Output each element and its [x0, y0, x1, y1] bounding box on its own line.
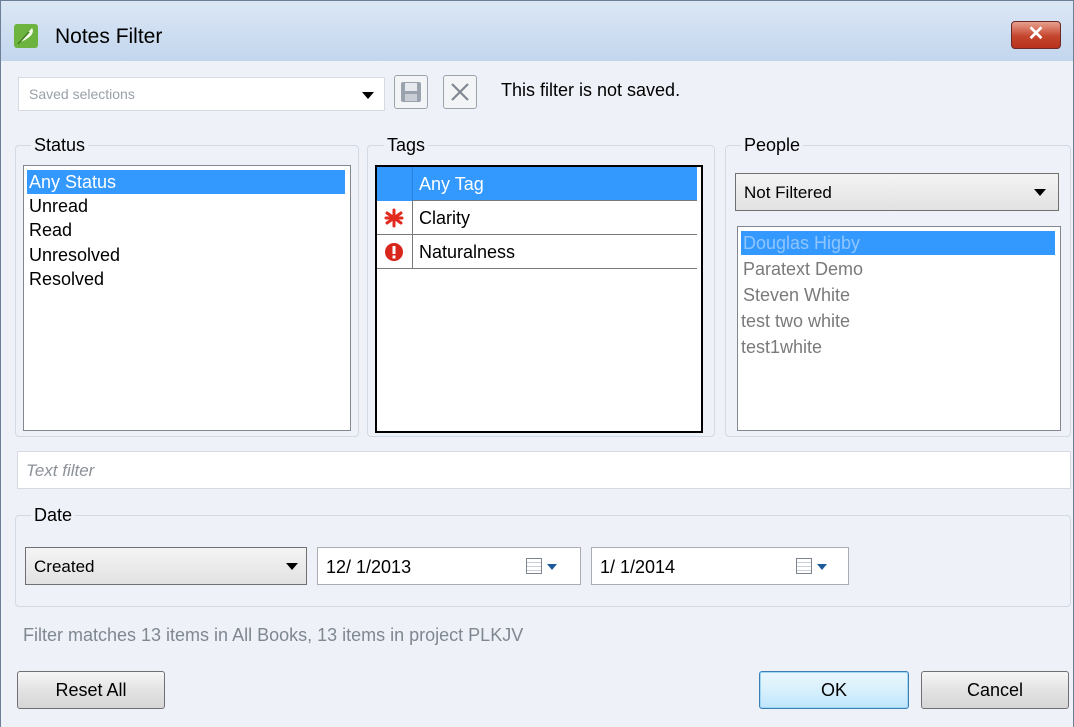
date-type-combo[interactable]: Created	[25, 547, 307, 585]
tag-icon-cell	[377, 167, 413, 201]
chevron-down-icon	[286, 563, 298, 570]
red-asterisk-icon	[384, 208, 404, 228]
close-button[interactable]: ✕	[1011, 21, 1061, 49]
people-filter-combo[interactable]: Not Filtered	[735, 173, 1059, 211]
tags-group-label: Tags	[384, 135, 429, 156]
tag-icon-cell	[377, 201, 413, 235]
date-to-value: 1/ 1/2014	[600, 557, 676, 577]
status-item-read[interactable]: Read	[27, 218, 72, 242]
window-title: Notes Filter	[55, 25, 163, 48]
ok-button[interactable]: OK	[759, 671, 909, 709]
save-disk-icon	[401, 82, 421, 102]
tag-label: Any Tag	[419, 174, 484, 194]
people-item[interactable]: test1white	[739, 335, 822, 359]
people-group-label: People	[741, 135, 804, 156]
chevron-down-icon	[547, 564, 557, 570]
text-filter-placeholder: Text filter	[26, 461, 95, 480]
date-type-value: Created	[34, 557, 95, 576]
text-filter-input[interactable]: Text filter	[17, 451, 1071, 489]
tag-row-clarity[interactable]: Clarity	[377, 201, 697, 235]
date-to-picker[interactable]: 1/ 1/2014	[591, 547, 849, 585]
chevron-down-icon	[1034, 189, 1046, 196]
status-item-unread[interactable]: Unread	[27, 194, 88, 218]
people-filter-value: Not Filtered	[744, 183, 832, 202]
people-item[interactable]: Paratext Demo	[741, 257, 863, 281]
app-feather-icon	[14, 24, 38, 48]
people-item[interactable]: Steven White	[741, 283, 850, 307]
close-icon: ✕	[1027, 23, 1045, 45]
cancel-button[interactable]: Cancel	[921, 671, 1069, 709]
tag-label: Naturalness	[419, 242, 516, 262]
dialog-body: Saved selections This filter is not save…	[1, 61, 1073, 727]
saved-selections-placeholder: Saved selections	[29, 86, 135, 102]
status-item-resolved[interactable]: Resolved	[27, 267, 104, 291]
status-listbox[interactable]: Any Status Unread Read Unresolved Resolv…	[23, 165, 351, 431]
tags-listbox[interactable]: Any Tag Clarity Naturalness	[375, 165, 703, 433]
notes-filter-dialog: Notes Filter ✕ Saved selections This fil…	[0, 0, 1074, 727]
delete-x-icon	[451, 83, 469, 101]
tag-row-any[interactable]: Any Tag	[377, 167, 697, 201]
people-item[interactable]: Douglas Higby	[741, 231, 1055, 255]
reset-all-button[interactable]: Reset All	[17, 671, 165, 709]
date-group-label: Date	[31, 505, 76, 526]
tag-icon-cell	[377, 235, 413, 269]
calendar-icon[interactable]	[526, 558, 542, 574]
calendar-icon[interactable]	[796, 558, 812, 574]
chevron-down-icon	[362, 92, 374, 99]
filter-saved-status: This filter is not saved.	[501, 80, 681, 100]
people-item[interactable]: test two white	[739, 309, 850, 333]
date-from-value: 12/ 1/2013	[326, 557, 412, 577]
date-from-picker[interactable]: 12/ 1/2013	[317, 547, 581, 585]
status-group-label: Status	[31, 135, 89, 156]
save-selection-button[interactable]	[394, 75, 428, 109]
title-bar: Notes Filter ✕	[1, 1, 1073, 61]
delete-selection-button[interactable]	[443, 75, 477, 109]
tag-label: Clarity	[419, 208, 471, 228]
tag-row-naturalness[interactable]: Naturalness	[377, 235, 697, 269]
people-listbox[interactable]: Douglas Higby Paratext Demo Steven White…	[737, 226, 1061, 431]
status-item-unresolved[interactable]: Unresolved	[27, 243, 120, 267]
status-item-any[interactable]: Any Status	[27, 170, 345, 194]
chevron-down-icon	[817, 564, 827, 570]
saved-selections-combo[interactable]: Saved selections	[18, 77, 385, 111]
filter-match-summary: Filter matches 13 items in All Books, 13…	[23, 625, 524, 645]
red-exclamation-icon	[385, 243, 403, 261]
